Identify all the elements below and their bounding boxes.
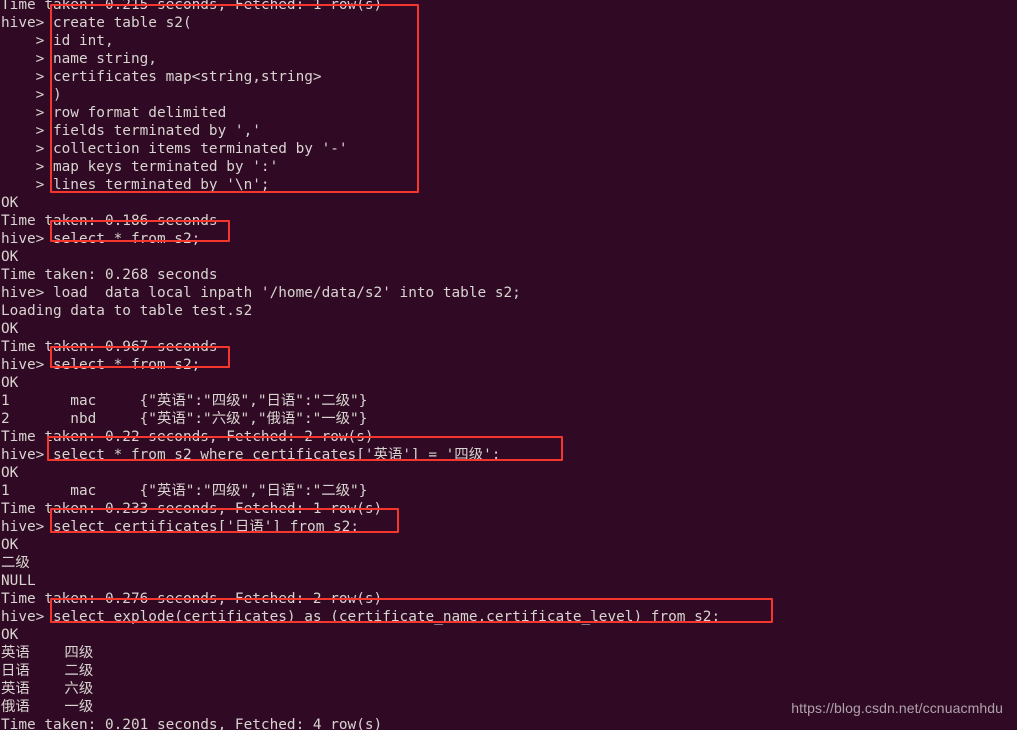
terminal-line: hive> select explode(certificates) as (c… — [1, 609, 721, 625]
terminal-line: > certificates map<string,string> — [1, 69, 322, 85]
terminal-line: > map keys terminated by ':' — [1, 159, 279, 175]
terminal-line: hive> select certificates['日语'] from s2; — [1, 519, 360, 535]
terminal-window[interactable]: Time taken: 0.215 seconds, Fetched: 1 ro… — [0, 0, 1017, 730]
csdn-watermark: https://blog.csdn.net/ccnuacmhdu — [791, 700, 1003, 716]
terminal-line: Time taken: 0.22 seconds, Fetched: 2 row… — [1, 429, 374, 445]
terminal-line: > row format delimited — [1, 105, 227, 121]
terminal-line: OK — [1, 195, 19, 211]
terminal-line: hive> create table s2( — [1, 15, 192, 31]
terminal-line: > id int, — [1, 33, 114, 49]
terminal-line: hive> select * from s2; — [1, 231, 201, 247]
terminal-line: 2 nbd {"英语":"六级","俄语":"一级"} — [1, 411, 368, 427]
terminal-line: 日语 二级 — [1, 663, 94, 679]
terminal-line: > fields terminated by ',' — [1, 123, 261, 139]
terminal-line: OK — [1, 627, 19, 643]
terminal-line: OK — [1, 375, 19, 391]
terminal-line: Loading data to table test.s2 — [1, 303, 253, 319]
terminal-line: Time taken: 0.201 seconds, Fetched: 4 ro… — [1, 717, 383, 730]
terminal-line: OK — [1, 321, 19, 337]
terminal-line: Time taken: 0.276 seconds, Fetched: 2 ro… — [1, 591, 383, 607]
terminal-line: OK — [1, 537, 19, 553]
terminal-line: Time taken: 0.967 seconds — [1, 339, 218, 355]
terminal-line: hive> select * from s2 where certificate… — [1, 447, 501, 463]
terminal-line: > collection items terminated by '-' — [1, 141, 348, 157]
terminal-line: Time taken: 0.233 seconds, Fetched: 1 ro… — [1, 501, 383, 517]
terminal-line: Time taken: 0.215 seconds, Fetched: 1 ro… — [1, 0, 383, 13]
terminal-line: NULL — [1, 573, 36, 589]
terminal-line: > ) — [1, 87, 62, 103]
terminal-line: 1 mac {"英语":"四级","日语":"二级"} — [1, 393, 368, 409]
terminal-line: hive> load data local inpath '/home/data… — [1, 285, 521, 301]
terminal-line: hive> select * from s2; — [1, 357, 201, 373]
terminal-line: 二级 — [1, 555, 30, 571]
terminal-screen[interactable]: Time taken: 0.215 seconds, Fetched: 1 ro… — [0, 0, 1017, 730]
terminal-line: > lines terminated by '\n'; — [1, 177, 270, 193]
terminal-line: 英语 四级 — [1, 645, 94, 661]
terminal-line: 英语 六级 — [1, 681, 94, 697]
terminal-line: Time taken: 0.268 seconds — [1, 267, 218, 283]
terminal-line: 1 mac {"英语":"四级","日语":"二级"} — [1, 483, 368, 499]
terminal-line: OK — [1, 465, 19, 481]
terminal-line: OK — [1, 249, 19, 265]
terminal-line: Time taken: 0.186 seconds — [1, 213, 218, 229]
terminal-line: > name string, — [1, 51, 157, 67]
